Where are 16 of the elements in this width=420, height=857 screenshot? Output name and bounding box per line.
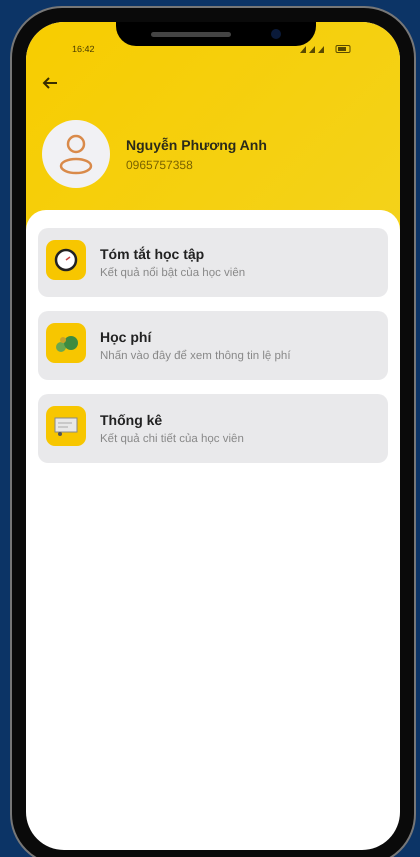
menu-subtitle: Nhấn vào đây để xem thông tin lệ phí (100, 350, 291, 362)
menu-item[interactable]: Thống kê Kết quả chi tiết của học viên (38, 394, 388, 463)
menu-title: Học phí (100, 329, 153, 345)
money-icon (46, 323, 86, 363)
menu-subtitle: Kết quả chi tiết của học viên (100, 433, 244, 445)
user-name: Nguyễn Phương Anh (126, 136, 267, 152)
menu-item[interactable]: Tóm tắt học tập Kết quả nổi bật của học viên (38, 228, 388, 297)
back-arrow-icon[interactable] (42, 76, 58, 90)
menu-item[interactable]: Học phí Nhấn vào đây để xem thông tin lệ phí (38, 311, 388, 380)
menu-subtitle: Kết quả nổi bật của học viên (100, 267, 246, 279)
menu-title: Tóm tắt học tập (100, 246, 206, 262)
clock-icon (46, 240, 86, 280)
user-phone: 0965757358 (126, 158, 194, 172)
menu-title: Thống kê (100, 412, 164, 428)
status-time: 16:42 (72, 44, 95, 54)
board-icon (46, 406, 86, 446)
